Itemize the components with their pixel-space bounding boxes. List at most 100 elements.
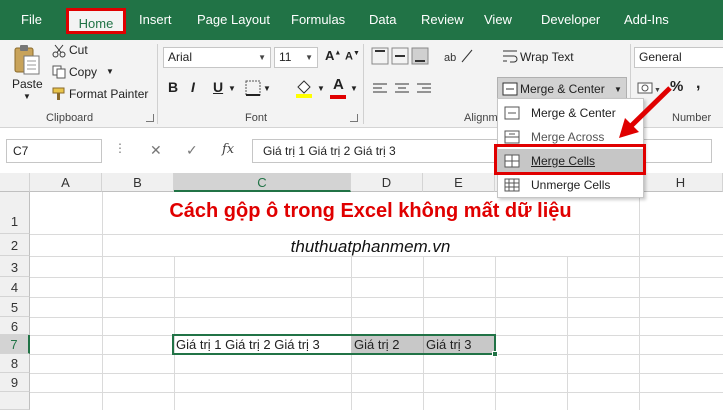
tab-formulas[interactable]: Formulas xyxy=(291,12,345,27)
paintbrush-icon[interactable] xyxy=(52,87,66,101)
tab-insert[interactable]: Insert xyxy=(139,12,172,27)
comma-style-icon[interactable]: , xyxy=(696,75,700,93)
copy-button[interactable]: Copy xyxy=(69,65,97,79)
font-group-label: Font xyxy=(245,112,268,124)
column-header-h[interactable]: H xyxy=(639,173,723,192)
borders-icon[interactable] xyxy=(245,80,261,96)
enter-icon[interactable]: ✓ xyxy=(186,142,198,159)
tab-review[interactable]: Review xyxy=(421,12,464,27)
font-size-value: 11 xyxy=(279,50,292,64)
cancel-icon[interactable]: ✕ xyxy=(150,142,162,159)
name-box[interactable]: C7 xyxy=(6,139,102,163)
gridline xyxy=(423,256,424,410)
cut-button[interactable]: Cut xyxy=(69,43,88,57)
gridline xyxy=(30,317,723,318)
font-launcher-icon[interactable] xyxy=(350,114,358,122)
column-header-b[interactable]: B xyxy=(102,173,174,192)
chevron-down-icon: ▼ xyxy=(305,53,313,62)
cell-d7[interactable]: Giá trị 2 xyxy=(354,337,400,352)
merge-center-label: Merge & Center xyxy=(520,82,605,96)
menu-item-unmerge-cells[interactable]: Unmerge Cells xyxy=(498,173,643,197)
row-header-8[interactable]: 8 xyxy=(0,354,30,373)
row-header-5[interactable]: 5 xyxy=(0,297,30,317)
paste-dropdown-icon[interactable]: ▼ xyxy=(23,92,31,101)
row-header-9[interactable]: 9 xyxy=(0,373,30,392)
font-color-dropdown-icon[interactable]: ▼ xyxy=(350,84,358,93)
select-all-corner[interactable] xyxy=(0,173,30,192)
cell-e7[interactable]: Giá trị 3 xyxy=(426,337,472,352)
horizontal-align-icons[interactable] xyxy=(370,80,450,98)
clipboard-launcher-icon[interactable] xyxy=(146,114,154,122)
bold-button[interactable]: B xyxy=(168,79,178,95)
tab-data[interactable]: Data xyxy=(369,12,396,27)
tab-developer[interactable]: Developer xyxy=(541,12,600,27)
cell-c7[interactable]: Giá trị 1 Giá trị 2 Giá trị 3 xyxy=(176,337,320,352)
menu-item-label: Merge & Center xyxy=(531,106,616,120)
column-header-c[interactable]: C xyxy=(174,173,351,192)
copy-dropdown-icon[interactable]: ▼ xyxy=(106,67,114,76)
scissors-icon[interactable] xyxy=(52,44,66,58)
increase-font-icon[interactable]: A▲ xyxy=(325,48,341,63)
decrease-font-icon[interactable]: A▼ xyxy=(345,50,360,63)
title-cell[interactable]: Cách gộp ô trong Excel không mất dữ liệu xyxy=(102,200,639,223)
number-format-combo[interactable]: General xyxy=(634,47,723,68)
highlight-box xyxy=(494,144,646,175)
row-header-4[interactable]: 4 xyxy=(0,277,30,297)
paste-button[interactable]: Paste xyxy=(12,77,43,91)
merge-center-icon xyxy=(504,106,520,120)
unmerge-cells-icon xyxy=(504,178,520,192)
gridline xyxy=(30,373,723,374)
borders-dropdown-icon[interactable]: ▼ xyxy=(263,84,271,93)
group-separator xyxy=(157,44,158,124)
alignment-group-label: Alignm xyxy=(464,112,498,124)
gridline xyxy=(30,277,723,278)
svg-text:ab: ab xyxy=(444,52,456,64)
gridline xyxy=(639,192,640,410)
gridline xyxy=(102,192,103,410)
wrap-text-button[interactable]: Wrap Text xyxy=(520,50,574,64)
fill-handle[interactable] xyxy=(492,351,498,357)
tab-home[interactable]: Home xyxy=(66,8,126,34)
wrap-text-icon[interactable] xyxy=(502,48,518,64)
orientation-icon[interactable]: ab xyxy=(442,46,482,66)
underline-button[interactable]: U xyxy=(213,79,223,95)
gridline xyxy=(30,392,723,393)
font-name-value: Arial xyxy=(168,50,193,64)
tab-page-layout[interactable]: Page Layout xyxy=(197,12,270,27)
font-color-icon[interactable]: A xyxy=(333,76,344,93)
subtitle-cell[interactable]: thuthuatphanmem.vn xyxy=(102,237,639,257)
tab-file[interactable]: File xyxy=(21,12,42,27)
row-header-7[interactable]: 7 xyxy=(0,335,30,354)
font-name-combo[interactable]: Arial ▼ xyxy=(163,47,271,68)
tab-add-ins[interactable]: Add-Ins xyxy=(624,12,669,27)
column-header-a[interactable]: A xyxy=(30,173,102,192)
italic-button[interactable]: I xyxy=(191,79,195,95)
number-format-value: General xyxy=(639,50,682,64)
column-header-d[interactable]: D xyxy=(351,173,423,192)
gridline xyxy=(30,234,723,235)
merge-icon xyxy=(502,82,518,96)
row-header-2[interactable]: 2 xyxy=(0,234,30,256)
merge-across-icon xyxy=(504,130,520,144)
vertical-align-icons[interactable] xyxy=(370,46,430,66)
row-header-6[interactable]: 6 xyxy=(0,317,30,335)
row-header-10[interactable] xyxy=(0,392,30,410)
name-box-more-icon[interactable]: ⋮ xyxy=(114,141,126,155)
row-header-3[interactable]: 3 xyxy=(0,256,30,277)
column-header-e[interactable]: E xyxy=(423,173,495,192)
number-group-label: Number xyxy=(672,112,712,124)
fill-color-icon[interactable] xyxy=(294,78,314,98)
font-color-swatch xyxy=(330,95,346,99)
paste-icon[interactable] xyxy=(12,44,42,76)
fill-dropdown-icon[interactable]: ▼ xyxy=(317,84,325,93)
underline-dropdown-icon[interactable]: ▼ xyxy=(228,84,236,93)
gridline xyxy=(351,256,352,410)
copy-icon[interactable] xyxy=(52,65,66,79)
format-painter-button[interactable]: Format Painter xyxy=(69,87,148,101)
insert-function-icon[interactable]: fx xyxy=(222,142,234,157)
font-size-combo[interactable]: 11 ▼ xyxy=(274,47,318,68)
tab-view[interactable]: View xyxy=(484,12,512,27)
row-header-1[interactable]: 1 xyxy=(0,192,30,234)
gridline xyxy=(567,256,568,410)
gridline xyxy=(174,256,175,410)
